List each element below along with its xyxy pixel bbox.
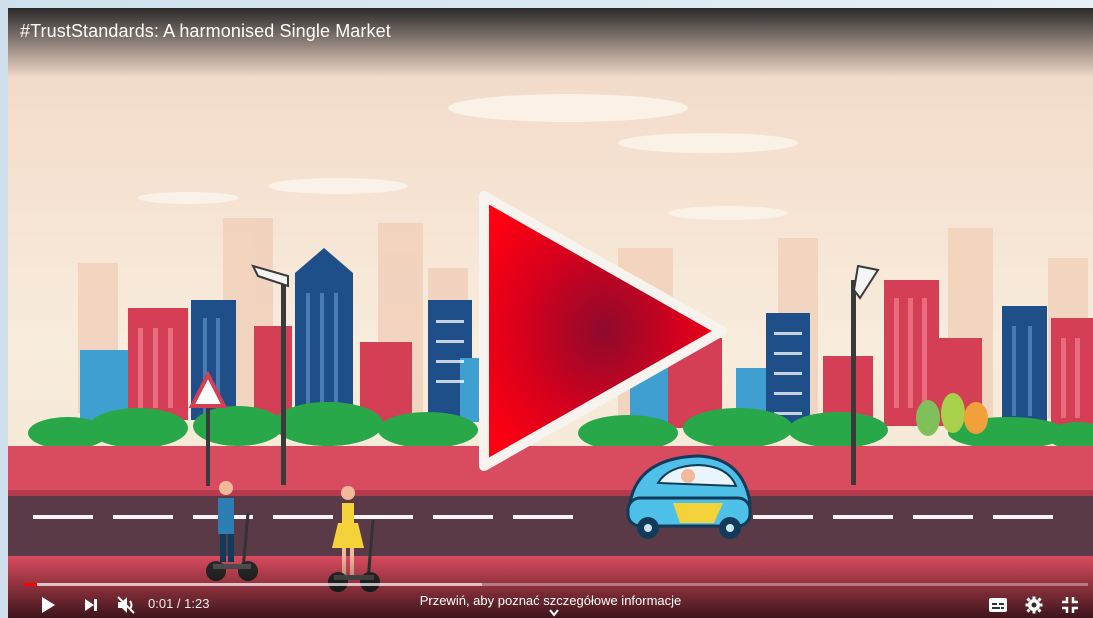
progress-buffered [24,583,482,586]
settings-button[interactable] [1022,593,1046,617]
chevron-down-icon[interactable] [548,608,560,618]
gear-icon [1025,596,1043,614]
subtitles-icon [989,598,1007,612]
title-gradient [8,8,1093,78]
video-title[interactable]: #TrustStandards: A harmonised Single Mar… [20,21,391,42]
seek-hint[interactable]: Przewiń, aby poznać szczegółowe informac… [8,593,1093,608]
exit-fullscreen-icon [1062,597,1078,613]
progress-played [24,583,37,586]
progress-bar[interactable] [24,583,1088,586]
video-player[interactable]: #TrustStandards: A harmonised Single Mar… [8,8,1093,618]
large-play-button[interactable] [474,186,734,476]
fullscreen-button[interactable] [1058,593,1082,617]
subtitles-button[interactable] [986,594,1010,616]
